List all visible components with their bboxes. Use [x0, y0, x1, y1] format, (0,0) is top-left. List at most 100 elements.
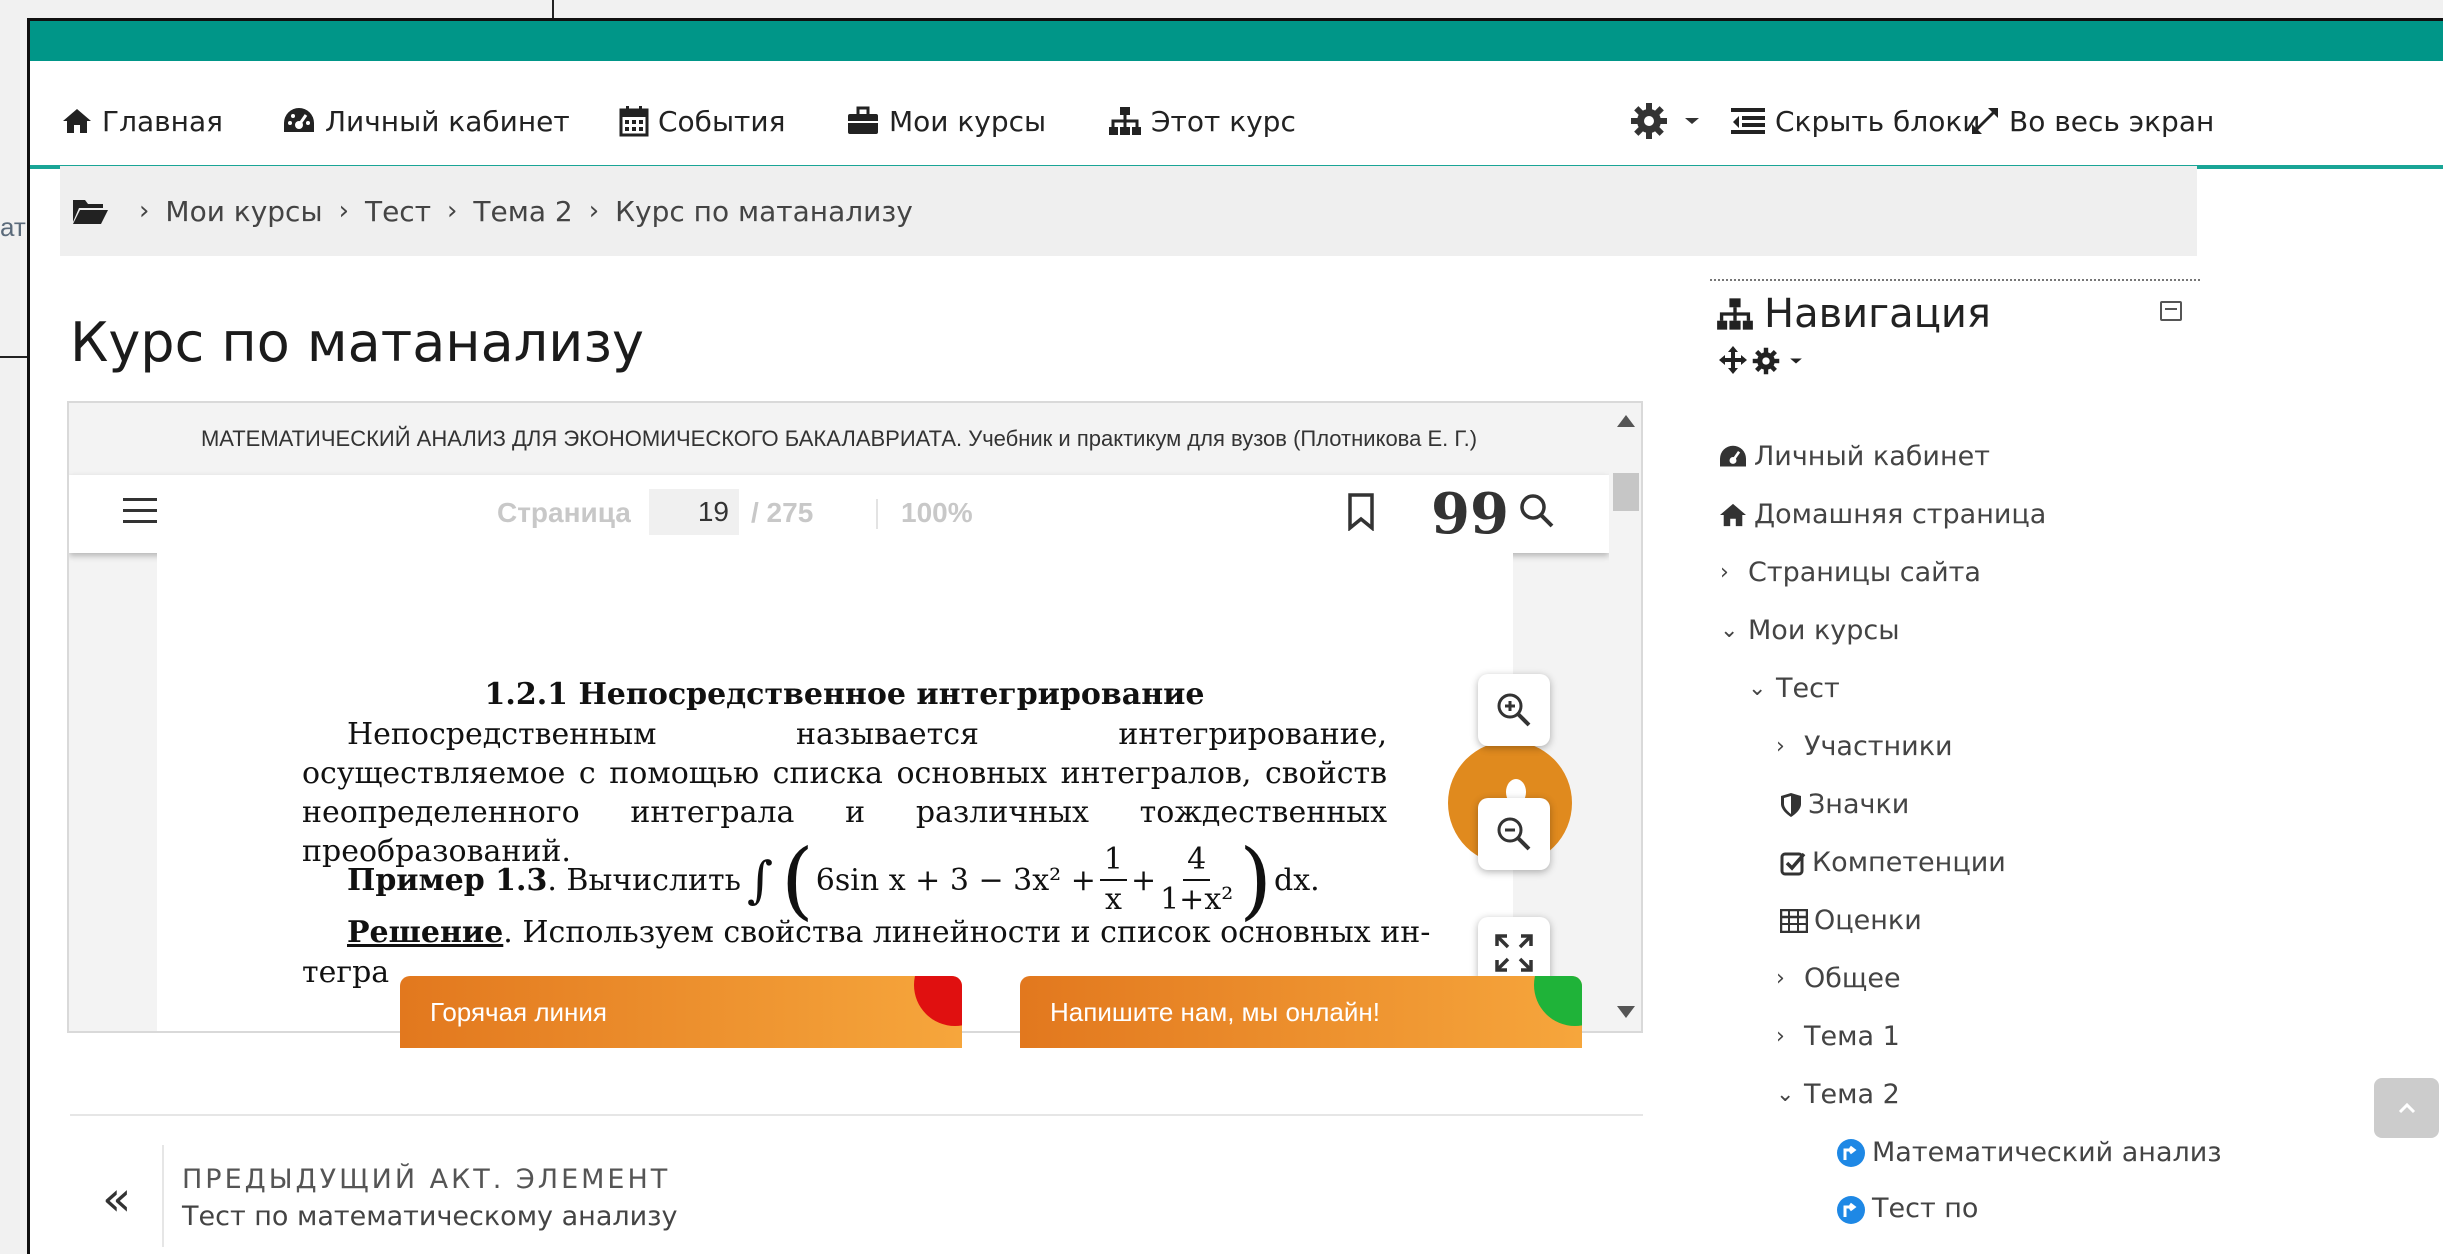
chevron-up-icon — [2398, 1102, 2415, 1114]
nav-tree-site-pages[interactable]: › Страницы сайта — [1720, 557, 1981, 588]
navigation-title-label: Навигация — [1764, 291, 1991, 337]
book-page: 1.2.1 Непосредственное интегрирование Не… — [157, 553, 1513, 1031]
table-icon — [1780, 908, 1808, 933]
reader-menu-button[interactable] — [121, 495, 159, 532]
nav-dashboard-link[interactable]: Личный кабинет — [282, 103, 570, 139]
nav-tree-test-math[interactable]: Тест по математическому анализу — [1836, 1193, 2236, 1254]
collapse-block-button[interactable] — [2160, 301, 2182, 321]
nav-tree-math-analysis[interactable]: Математический анализ — [1836, 1137, 2222, 1168]
chevron-right-icon: › — [1776, 966, 1785, 991]
expand-icon — [1972, 108, 1998, 134]
breadcrumb: › Мои курсы › Тест › Тема 2 › Курс по ма… — [60, 166, 2197, 256]
breadcrumb-separator: › — [338, 196, 349, 226]
status-indicator-green — [1534, 976, 1582, 1026]
bookmark-icon — [1348, 493, 1374, 532]
shield-icon — [1781, 792, 1801, 817]
breadcrumb-test[interactable]: Тест — [365, 195, 431, 228]
zoom-level: 100% — [901, 497, 973, 528]
back-to-top-button[interactable] — [2374, 1078, 2439, 1138]
hide-blocks-icon — [1731, 108, 1765, 134]
status-indicator-red — [914, 976, 962, 1026]
fraction: 4 1+x² — [1160, 841, 1233, 919]
chevron-down-icon: ⌄ — [1776, 1082, 1795, 1107]
nav-tree-participants[interactable]: › Участники — [1776, 731, 1953, 762]
nav-home-label: Главная — [102, 104, 223, 138]
sitemap-icon — [1109, 107, 1141, 135]
gear-icon — [1631, 103, 1667, 139]
solution-text: . Используем свойства линейности и списо… — [503, 915, 1431, 950]
hotline-chat-tab[interactable]: Горячая линия — [400, 976, 962, 1048]
nav-tree-topic-2[interactable]: ⌄ Тема 2 — [1776, 1079, 1900, 1110]
search-icon — [1520, 494, 1554, 528]
toolbar-divider — [876, 499, 878, 529]
hide-blocks-label: Скрыть блоки — [1775, 104, 1981, 138]
scroll-down-arrow[interactable] — [1617, 1006, 1635, 1018]
scroll-thumb[interactable] — [1613, 473, 1639, 511]
browser-page: Главная Личный кабинет События Мои курсы… — [27, 18, 2443, 1254]
background-window-edge — [552, 0, 554, 20]
move-block-button[interactable] — [1718, 345, 1748, 379]
nav-tree-dashboard[interactable]: Личный кабинет — [1718, 441, 1990, 472]
breadcrumb-separator: › — [447, 196, 458, 226]
nav-tree-competencies[interactable]: Компетенции — [1780, 847, 2006, 878]
breadcrumb-current-course[interactable]: Курс по матанализу — [615, 195, 913, 228]
nav-tree-topic-1[interactable]: › Тема 1 — [1776, 1021, 1900, 1052]
home-icon — [63, 109, 91, 133]
breadcrumb-my-courses[interactable]: Мои курсы — [165, 195, 322, 228]
previous-activity-link[interactable]: Тест по математическому анализу — [182, 1201, 678, 1232]
nav-tree-competencies-label: Компетенции — [1812, 847, 2006, 878]
folder-icon[interactable] — [71, 196, 109, 226]
book-title: МАТЕМАТИЧЕСКИЙ АНАЛИЗ ДЛЯ ЭКОНОМИЧЕСКОГО… — [200, 426, 1478, 451]
reader-scrollbar[interactable] — [1609, 403, 1641, 1031]
fullscreen-label: Во весь экран — [2009, 104, 2215, 138]
nav-this-course-link[interactable]: Этот курс — [1108, 103, 1296, 139]
breadcrumb-separator: › — [139, 196, 150, 226]
bookmark-button[interactable] — [1347, 493, 1375, 536]
breadcrumb-topic-2[interactable]: Тема 2 — [473, 195, 572, 228]
nav-my-courses-link[interactable]: Мои курсы — [846, 103, 1046, 139]
chevron-down-icon — [1790, 358, 1802, 364]
zoom-out-button[interactable] — [1478, 798, 1550, 870]
nav-tree-badges-label: Значки — [1808, 789, 1910, 820]
url-icon — [1837, 1138, 1865, 1167]
main-navbar: Главная Личный кабинет События Мои курсы… — [30, 61, 2443, 169]
nav-tree-test[interactable]: ⌄ Тест — [1748, 673, 1840, 704]
chevron-right-icon: › — [1776, 1024, 1785, 1049]
nav-tree-grades-label: Оценки — [1814, 905, 1922, 936]
settings-menu-button[interactable] — [1630, 103, 1710, 139]
nav-events-link[interactable]: События — [619, 103, 785, 139]
quote-icon[interactable]: 99 — [1431, 486, 1509, 542]
zoom-in-button[interactable] — [1478, 674, 1550, 746]
previous-activity-arrow[interactable]: « — [102, 1171, 131, 1227]
nav-home-link[interactable]: Главная — [61, 103, 223, 139]
background-text-fragment: ат — [0, 212, 26, 242]
online-chat-tab[interactable]: Напишите нам, мы онлайн! — [1020, 976, 1582, 1048]
scroll-up-arrow[interactable] — [1617, 415, 1635, 427]
dashboard-icon — [1720, 445, 1746, 467]
search-button[interactable] — [1519, 493, 1555, 534]
background-window-edge — [0, 356, 28, 358]
page-number-input[interactable] — [649, 489, 739, 535]
reader-toolbar: Страница / 275 100% 99 — [69, 475, 1609, 553]
solution-label: Решение — [347, 915, 504, 950]
divider — [162, 1145, 164, 1247]
nav-tree-dashboard-label: Личный кабинет — [1754, 441, 1990, 472]
hide-blocks-button[interactable]: Скрыть блоки — [1730, 103, 1980, 139]
example-label: Пример 1.3 — [347, 862, 548, 898]
paren-close: ) — [1239, 831, 1273, 929]
nav-tree-home[interactable]: Домашняя страница — [1718, 499, 2046, 530]
paren-open: ( — [781, 831, 814, 929]
block-settings-button[interactable] — [1752, 347, 1804, 375]
breadcrumb-separator: › — [588, 196, 600, 226]
fraction-numerator: 1 — [1099, 841, 1127, 881]
fullscreen-button[interactable]: Во весь экран — [1970, 103, 2214, 139]
sitemap-icon — [1717, 298, 1753, 330]
book-reader: МАТЕМАТИЧЕСКИЙ АНАЛИЗ ДЛЯ ЭКОНОМИЧЕСКОГО… — [67, 401, 1643, 1033]
chevron-down-icon: ⌄ — [1748, 676, 1767, 701]
nav-tree-grades[interactable]: Оценки — [1780, 905, 1922, 936]
nav-tree-general[interactable]: › Общее — [1776, 963, 1901, 994]
online-chat-label: Напишите нам, мы онлайн! — [1050, 996, 1381, 1027]
nav-dashboard-label: Личный кабинет — [325, 104, 570, 138]
nav-tree-my-courses[interactable]: ⌄ Мои курсы — [1720, 615, 1900, 646]
nav-tree-badges[interactable]: Значки — [1780, 789, 1909, 820]
